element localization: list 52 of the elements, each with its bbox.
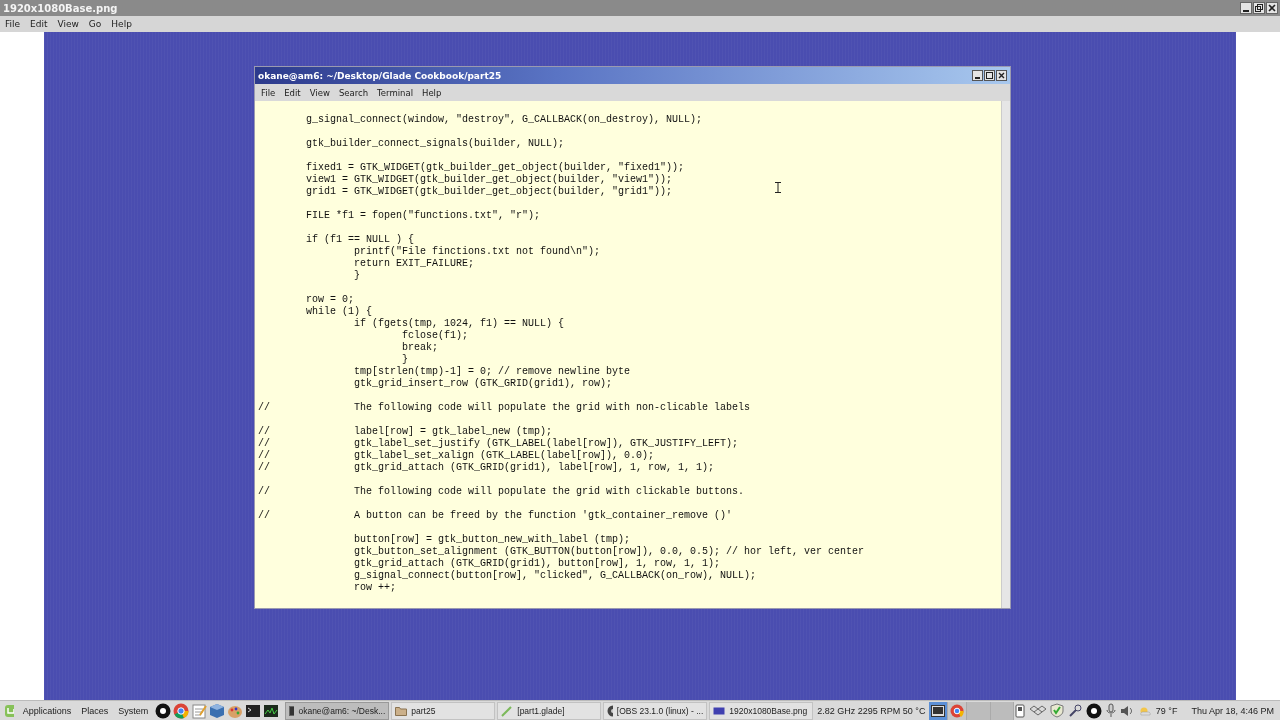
microphone-icon[interactable]: [1105, 703, 1116, 718]
panel-menu[interactable]: System: [118, 705, 149, 716]
close-icon: [1268, 4, 1276, 12]
terminal-icon: [289, 704, 295, 717]
menu-item[interactable]: File: [5, 19, 21, 29]
pen-icon: [501, 704, 514, 717]
browser-icon: [950, 703, 965, 718]
speaker-icon[interactable]: [1119, 703, 1134, 718]
restore-button[interactable]: [1253, 2, 1265, 14]
minimize-button[interactable]: [972, 70, 983, 81]
workspace-button[interactable]: [929, 701, 949, 720]
menu-item[interactable]: Terminal: [377, 87, 413, 98]
monitor-graph-icon[interactable]: [263, 702, 280, 719]
window-title: 1920x1080Base.png: [3, 2, 118, 14]
terminal-icon[interactable]: [245, 702, 262, 719]
taskbar-button[interactable]: 1920x1080Base.png: [709, 701, 814, 720]
minimize-button[interactable]: [1240, 2, 1252, 14]
close-button[interactable]: [1266, 2, 1278, 14]
menu-item[interactable]: Go: [88, 19, 102, 29]
taskbar-button[interactable]: [OBS 23.1.0 (linux) - ...: [603, 701, 708, 720]
clock[interactable]: Thu Apr 18, 4:46 PM: [1191, 705, 1274, 716]
panel-menu[interactable]: Applications: [22, 705, 72, 716]
close-button[interactable]: [996, 70, 1007, 81]
text-cursor-icon: [775, 182, 781, 193]
code-text: button[row] = gtk_button_new_with_label (tmp); gtk_button_set_alignment (GTK_BUTTON(button[row]), 0.0, 0.5); // hor left, ver center gtk_grid_attach (GTK_GRID(grid1), button[row], 1, row, 1, 1); g_signal_connect(button[row], "clicked", G_CALLBACK(on_row), NULL); row ++;: [353, 534, 865, 594]
window-icon: [931, 704, 946, 717]
taskbar-button[interactable]: okane@am6: ~/Desk...: [285, 701, 390, 720]
menu-item[interactable]: Help: [422, 87, 442, 98]
panel-menu[interactable]: Places: [81, 705, 109, 716]
menu-item[interactable]: File: [261, 87, 276, 98]
folder-icon: [395, 704, 408, 717]
taskbar-button[interactable]: part25: [391, 701, 496, 720]
shield-check-icon[interactable]: [1049, 703, 1064, 718]
menu-item[interactable]: Search: [338, 87, 369, 98]
window-title: okane@am6: ~/Desktop/Glade Cookbook/part25: [258, 70, 502, 81]
temperature-text: 79 °F: [1155, 705, 1178, 716]
usb-drive-icon[interactable]: [1013, 703, 1026, 718]
scrollbar[interactable]: [1001, 101, 1010, 608]
menu-item[interactable]: View: [57, 19, 79, 29]
taskbar-button[interactable]: [part1.glade]: [497, 701, 602, 720]
maximize-button[interactable]: [984, 70, 995, 81]
restore-icon: [1255, 4, 1263, 12]
key-icon[interactable]: [1067, 703, 1082, 718]
cube-icon[interactable]: [209, 702, 226, 719]
menu-item[interactable]: Help: [111, 19, 132, 29]
menu-item[interactable]: View: [309, 87, 330, 98]
close-icon: [998, 72, 1005, 79]
maximize-icon: [986, 72, 993, 79]
menu-item[interactable]: Edit: [30, 19, 48, 29]
system-monitor-text: 2.82 GHz 2295 RPM 50 °C: [817, 705, 926, 716]
box-icon[interactable]: [1029, 703, 1046, 718]
menu-item[interactable]: Edit: [284, 87, 301, 98]
